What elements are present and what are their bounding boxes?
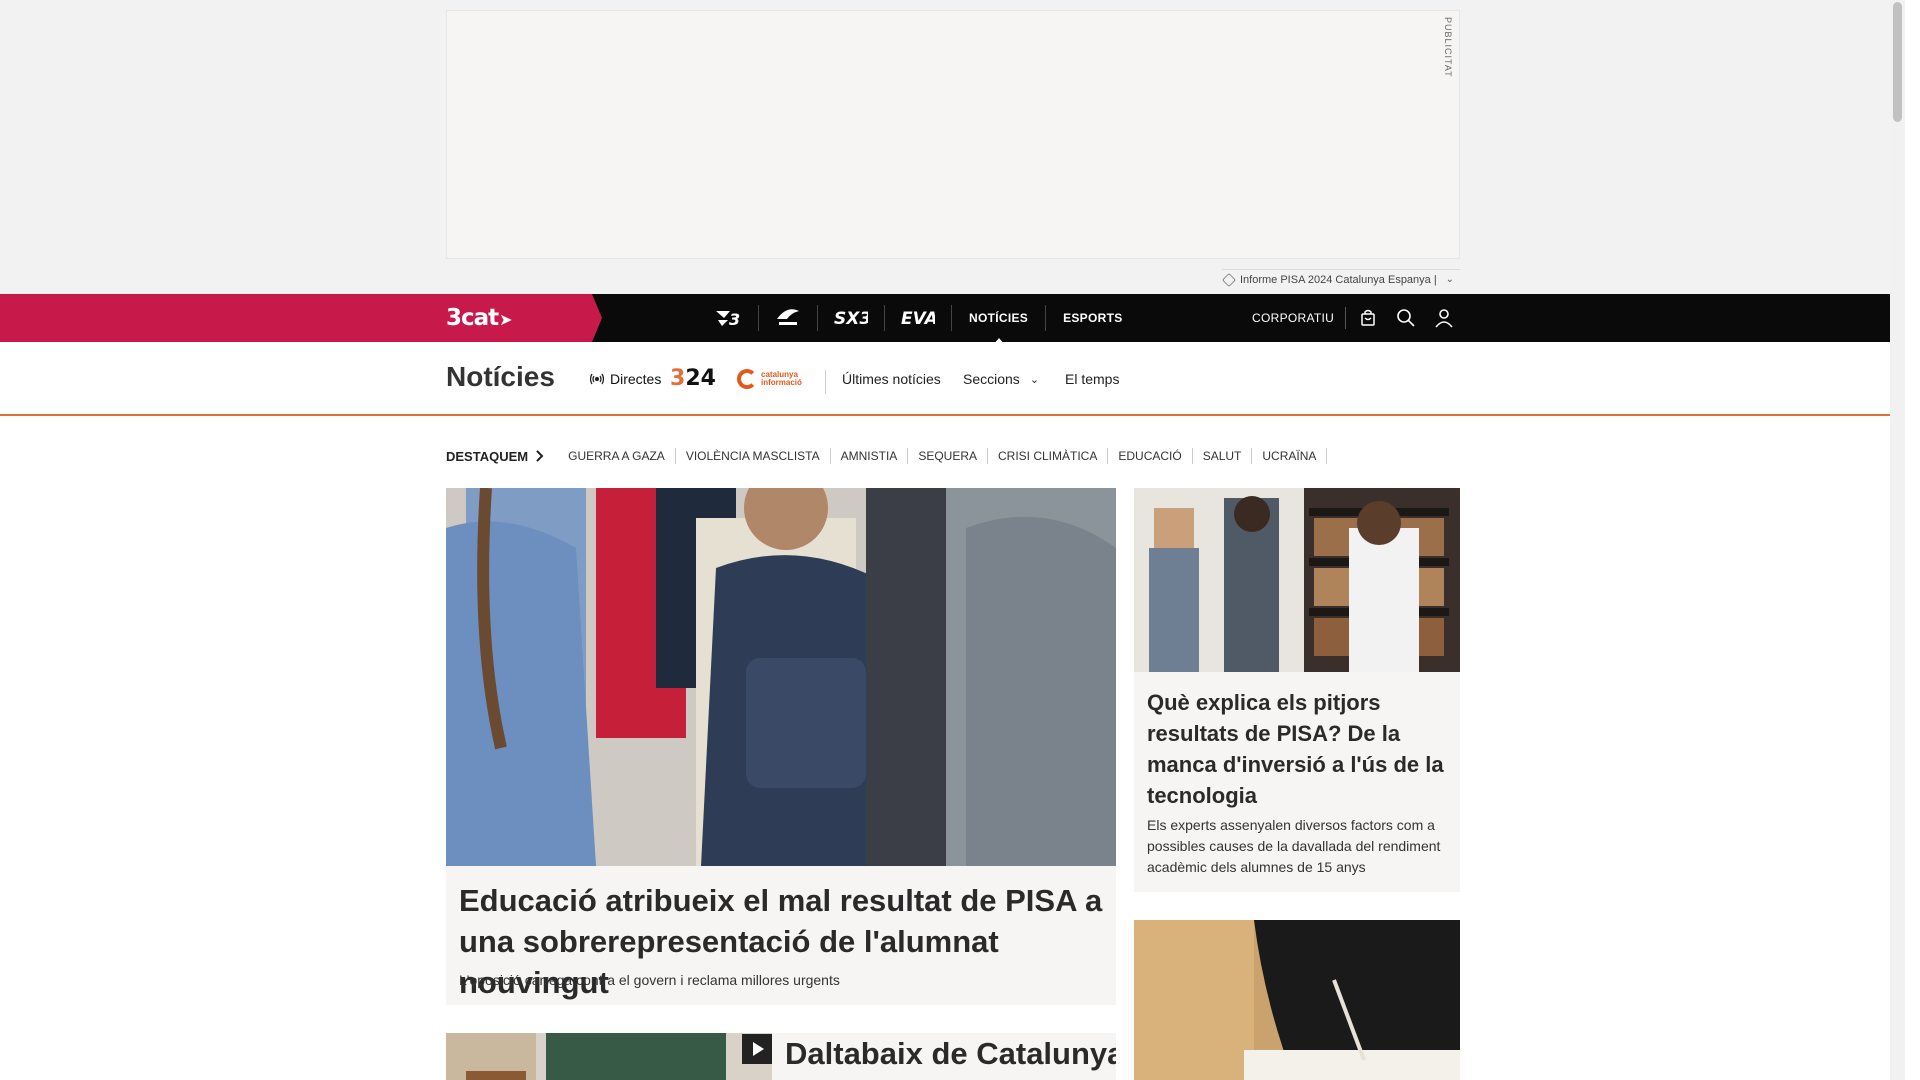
tag-salut[interactable]: SALUT — [1193, 448, 1253, 464]
search-icon[interactable] — [1396, 308, 1416, 328]
live-label: Directes — [610, 371, 662, 387]
svg-text:3: 3 — [729, 310, 740, 328]
bottom-article-title[interactable]: Daltabaix de Catalunya — [785, 1036, 1116, 1072]
nav-corporatiu[interactable]: CORPORATIU — [1252, 311, 1334, 325]
side-article-image[interactable] — [1134, 488, 1460, 672]
play-icon[interactable] — [742, 1034, 772, 1064]
logo-324[interactable]: 324 — [670, 366, 716, 391]
tag-sequera[interactable]: SEQUERA — [908, 448, 988, 464]
scrollbar-thumb[interactable] — [1893, 2, 1902, 122]
link-el-temps[interactable]: El temps — [1065, 371, 1119, 387]
tag-icon — [1221, 272, 1237, 287]
chevron-down-icon[interactable]: ⌄ — [1446, 274, 1454, 285]
svg-text:SX3: SX3 — [834, 309, 868, 328]
topic-tag-label: Informe PISA 2024 Catalunya Espanya | — [1240, 273, 1437, 286]
tag-educacio[interactable]: EDUCACIÓ — [1108, 448, 1193, 464]
page: PUBLICITAT Informe PISA 2024 Catalunya E… — [0, 0, 1905, 1080]
link-ultimes-noticies[interactable]: Últimes notícies — [842, 371, 941, 387]
main-article[interactable]: Educació atribueix el mal resultat de PI… — [446, 488, 1116, 1005]
topic-tag-bar[interactable]: Informe PISA 2024 Catalunya Espanya | ⌄ — [1221, 269, 1460, 289]
broadcast-icon — [590, 373, 604, 385]
tag-guerra-gaza[interactable]: GUERRA A GAZA — [558, 448, 676, 464]
featured-tags: DESTAQUEM GUERRA A GAZA VIOLÈNCIA MASCLI… — [446, 446, 1328, 466]
channel-eva-icon[interactable]: EVA — [885, 305, 952, 331]
catalunya-informacio-mark — [737, 369, 757, 389]
ad-banner[interactable]: PUBLICITAT — [446, 10, 1460, 259]
bottom-right-article-image[interactable] — [1134, 920, 1460, 1080]
catalunya-informacio-text: catalunya informació — [761, 370, 802, 387]
logo-catalunya-informacio[interactable]: catalunya informació — [737, 369, 811, 389]
section-divider — [825, 370, 826, 394]
tag-ucraina[interactable]: UCRAÏNA — [1252, 448, 1328, 464]
tag-violencia-masclista[interactable]: VIOLÈNCIA MASCLISTA — [676, 448, 831, 464]
side-article[interactable]: Què explica els pitjors resultats de PIS… — [1134, 488, 1460, 892]
user-icon[interactable] — [1434, 308, 1454, 328]
chevron-down-icon: ⌄ — [1029, 373, 1040, 386]
channel-tv3-icon[interactable]: 3 — [700, 305, 759, 331]
live-button[interactable]: Directes — [590, 371, 661, 387]
bottom-article-image[interactable] — [446, 1033, 772, 1080]
featured-lead[interactable]: DESTAQUEM — [446, 449, 544, 464]
section-header: Notícies Directes 324 catalunya informac… — [0, 342, 1905, 416]
chevron-right-icon — [536, 450, 544, 462]
channel-sx3-icon[interactable]: SX3 — [818, 305, 885, 331]
ad-label: PUBLICITAT — [1443, 17, 1453, 78]
shopping-bag-icon[interactable] — [1358, 308, 1378, 328]
nav-esports[interactable]: ESPORTS — [1045, 305, 1139, 331]
channel-nav: 3 SX3 EVA NOTÍCIES ESPORTS — [700, 294, 1140, 345]
tag-amnistia[interactable]: AMNISTIA — [831, 448, 909, 464]
nav-noticies[interactable]: NOTÍCIES — [952, 305, 1045, 345]
seccions-label: Seccions — [963, 371, 1020, 387]
channel-catradio-icon[interactable] — [759, 305, 818, 331]
top-nav: 3cat➤ 3 SX3 EVA NOTÍCIES ESPORTS CORPORA… — [0, 294, 1905, 345]
main-article-image[interactable] — [446, 488, 1116, 866]
ad-band: PUBLICITAT Informe PISA 2024 Catalunya E… — [0, 0, 1905, 294]
page-scrollbar[interactable] — [1890, 0, 1905, 1080]
brand-logo[interactable]: 3cat➤ — [446, 305, 513, 331]
side-article-title[interactable]: Què explica els pitjors resultats de PIS… — [1147, 687, 1452, 811]
main-article-subtitle: L'oposició carrega contra el govern i re… — [459, 972, 840, 988]
seccions-dropdown[interactable]: Seccions ⌄ — [963, 371, 1039, 387]
nav-divider — [1345, 307, 1346, 329]
bottom-article[interactable]: Daltabaix de Catalunya — [446, 1033, 1116, 1080]
section-title[interactable]: Notícies — [446, 361, 555, 393]
side-article-subtitle: Els experts assenyalen diversos factors … — [1147, 817, 1441, 875]
svg-text:EVA: EVA — [901, 309, 935, 328]
tag-crisi-climatica[interactable]: CRISI CLIMÀTICA — [988, 448, 1109, 464]
